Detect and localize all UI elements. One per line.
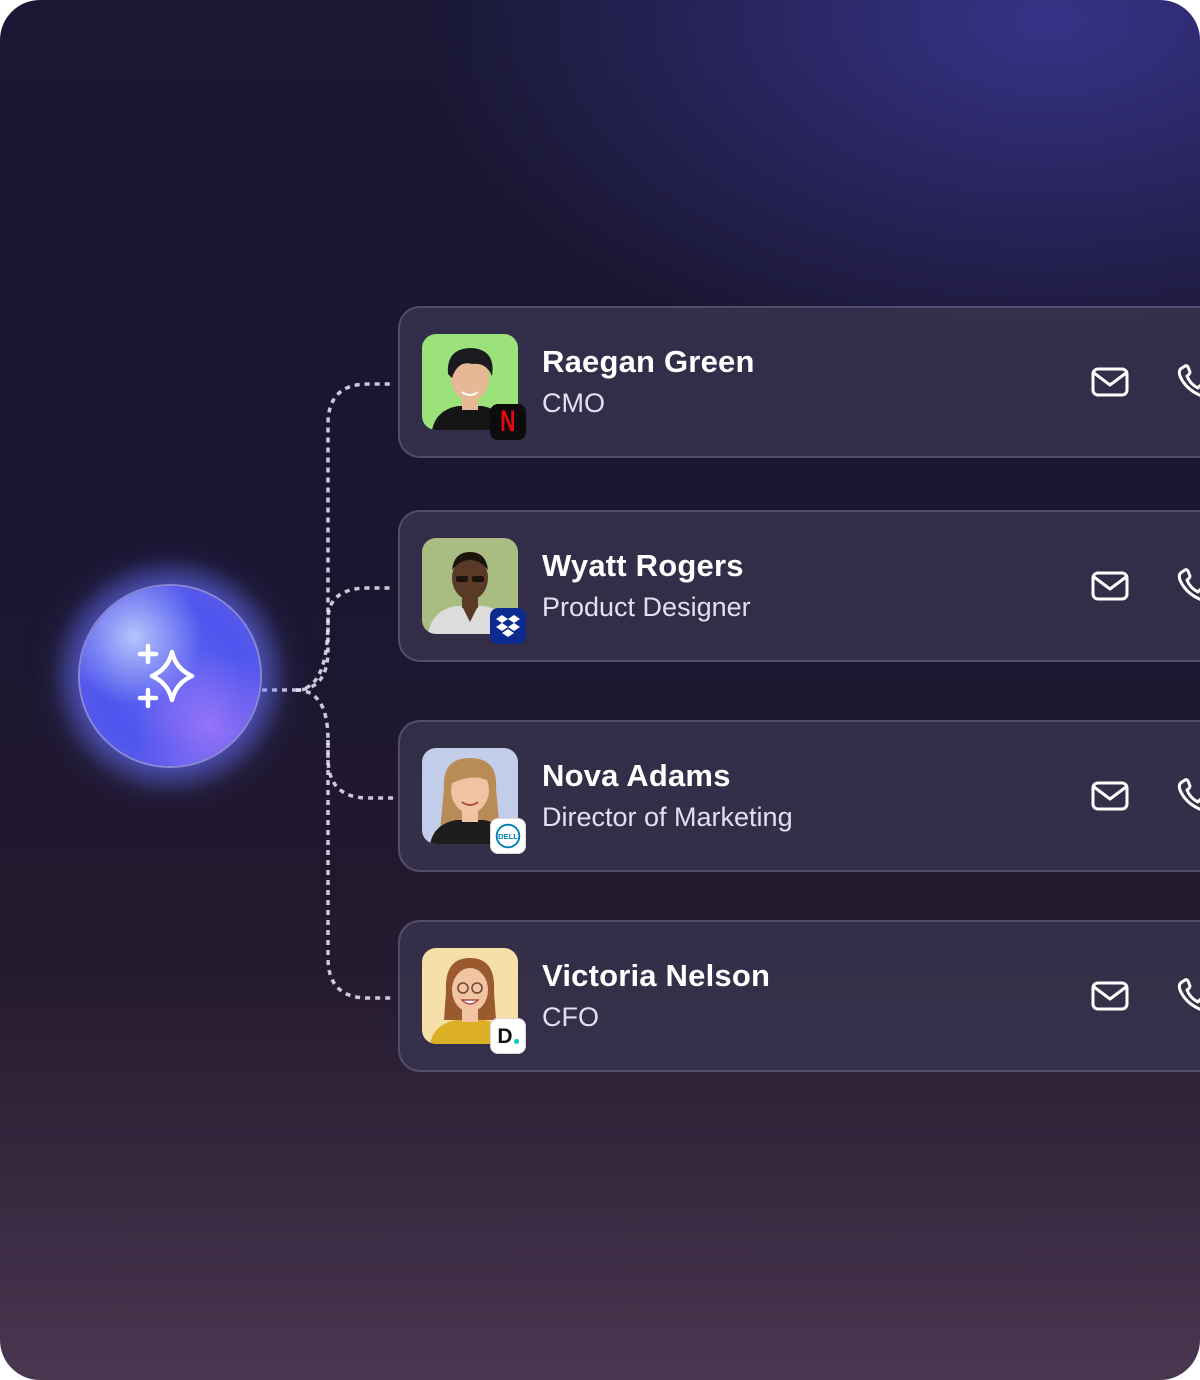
app-canvas: N Raegan Green CMO Wyatt Rogers Product … — [0, 0, 1200, 1380]
contact-name: Raegan Green — [542, 344, 755, 379]
contact-name: Wyatt Rogers — [542, 548, 744, 583]
netflix-logo-badge: N — [490, 404, 526, 440]
sparkles-icon — [137, 643, 195, 709]
dell-logo-icon: DELL — [495, 823, 521, 849]
contact-name: Victoria Nelson — [542, 958, 771, 993]
connector-branch-3 — [295, 688, 394, 800]
netflix-logo-letter: N — [500, 405, 516, 438]
mail-icon[interactable] — [1090, 780, 1130, 812]
phone-icon[interactable] — [1176, 364, 1200, 400]
deliveroo-logo-letter: D — [497, 1024, 513, 1048]
connector-branch-4 — [326, 740, 394, 1000]
ai-assistant-orb[interactable] — [50, 556, 290, 796]
contact-card[interactable]: DELL Nova Adams Director of Marketing — [398, 720, 1200, 872]
connector-branch-2 — [295, 586, 394, 692]
phone-icon[interactable] — [1176, 978, 1200, 1014]
contact-role: CFO — [542, 1002, 599, 1032]
contact-name: Nova Adams — [542, 758, 731, 793]
contact-role: Director of Marketing — [542, 802, 793, 832]
contact-card[interactable]: Wyatt Rogers Product Designer — [398, 510, 1200, 662]
mail-icon[interactable] — [1090, 570, 1130, 602]
contact-card[interactable]: N Raegan Green CMO — [398, 306, 1200, 458]
contact-card[interactable]: D Victoria Nelson CFO — [398, 920, 1200, 1072]
mail-icon[interactable] — [1090, 980, 1130, 1012]
mail-icon[interactable] — [1090, 366, 1130, 398]
dell-logo-badge: DELL — [490, 818, 526, 854]
contact-role: CMO — [542, 388, 605, 418]
deliveroo-logo-badge: D — [490, 1018, 526, 1054]
dell-logo-text: DELL — [498, 832, 518, 841]
phone-icon[interactable] — [1176, 568, 1200, 604]
dropbox-logo-badge — [490, 608, 526, 644]
phone-icon[interactable] — [1176, 778, 1200, 814]
deliveroo-logo-dot — [513, 1038, 519, 1044]
contact-role: Product Designer — [542, 592, 751, 622]
dropbox-icon — [496, 615, 520, 637]
